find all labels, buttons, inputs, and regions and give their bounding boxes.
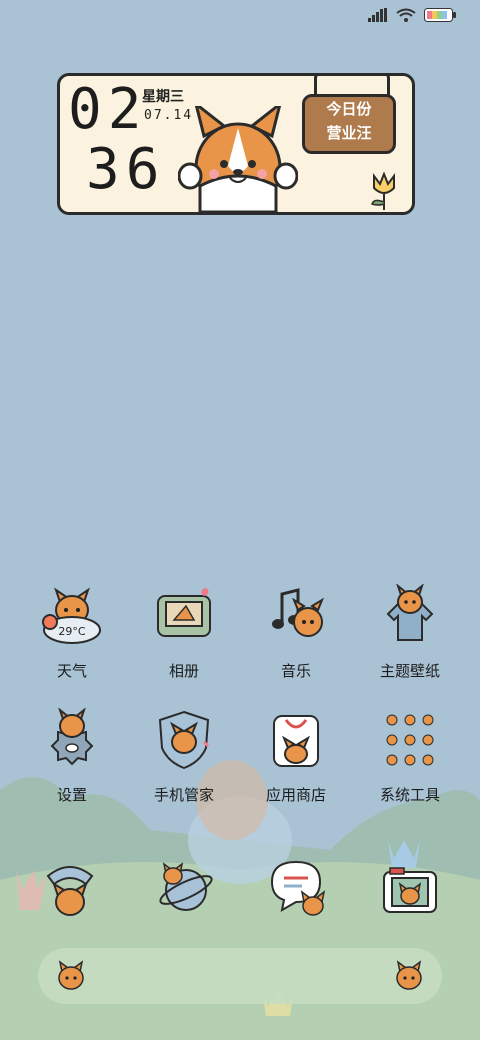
battery-icon xyxy=(424,8,456,22)
dock-right-corgi-icon xyxy=(396,960,422,990)
app-store-bag-icon xyxy=(273,715,319,767)
camera-icon xyxy=(383,867,437,913)
clock-hour: 02 xyxy=(68,77,148,142)
wifi-icon xyxy=(396,8,416,22)
settings-gear-icon xyxy=(50,707,94,766)
app-security[interactable]: 手机管家 xyxy=(134,708,234,805)
app-label: 系统工具 xyxy=(379,786,440,804)
weekday-label: 星期三 xyxy=(142,89,184,105)
dock-left-corgi-icon xyxy=(58,960,84,990)
clock-widget[interactable]: 02 36 星期三 07.14 今日份 营业汪 xyxy=(57,73,415,215)
dock-camera[interactable] xyxy=(380,858,440,922)
app-label: 天气 xyxy=(56,662,87,680)
app-label: 音乐 xyxy=(280,662,311,680)
clock-minute: 36 xyxy=(86,137,166,202)
corgi-illustration-icon xyxy=(178,106,298,212)
album-tv-icon xyxy=(157,588,211,637)
app-label: 手机管家 xyxy=(153,786,214,804)
app-label: 相册 xyxy=(168,662,199,680)
app-label: 应用商店 xyxy=(265,786,326,804)
tulip-icon xyxy=(371,172,395,210)
weather-temp: 29°C xyxy=(58,625,85,638)
weather-corgi-icon: 29°C xyxy=(42,587,101,644)
app-weather[interactable]: 29°C 天气 xyxy=(22,584,122,681)
app-music[interactable]: 音乐 xyxy=(246,584,346,681)
app-label: 设置 xyxy=(56,786,87,804)
phone-icon xyxy=(46,866,94,916)
app-system-tools[interactable]: 系统工具 xyxy=(360,708,460,805)
dock-browser[interactable] xyxy=(156,858,216,922)
app-store[interactable]: 应用商店 xyxy=(246,708,346,805)
dock-messages[interactable] xyxy=(268,858,328,922)
app-theme[interactable]: 主题壁纸 xyxy=(360,583,460,681)
app-album[interactable]: 相册 xyxy=(134,584,234,681)
app-settings[interactable]: 设置 xyxy=(22,707,122,805)
dock-phone[interactable] xyxy=(42,858,98,922)
dock-bar xyxy=(38,948,442,1004)
status-tag: 今日份 营业汪 xyxy=(302,94,396,154)
theme-shirt-icon xyxy=(386,583,434,641)
music-note-icon xyxy=(272,588,325,637)
security-shield-icon xyxy=(158,710,210,770)
app-label: 主题壁纸 xyxy=(379,662,440,680)
system-tools-folder-icon xyxy=(386,714,434,766)
tag-line-2: 营业汪 xyxy=(326,124,372,142)
signal-icon xyxy=(368,8,387,22)
tag-line-1: 今日份 xyxy=(326,100,372,118)
status-bar xyxy=(368,8,456,22)
browser-planet-icon xyxy=(159,862,213,911)
messages-bubble-icon xyxy=(270,860,326,916)
